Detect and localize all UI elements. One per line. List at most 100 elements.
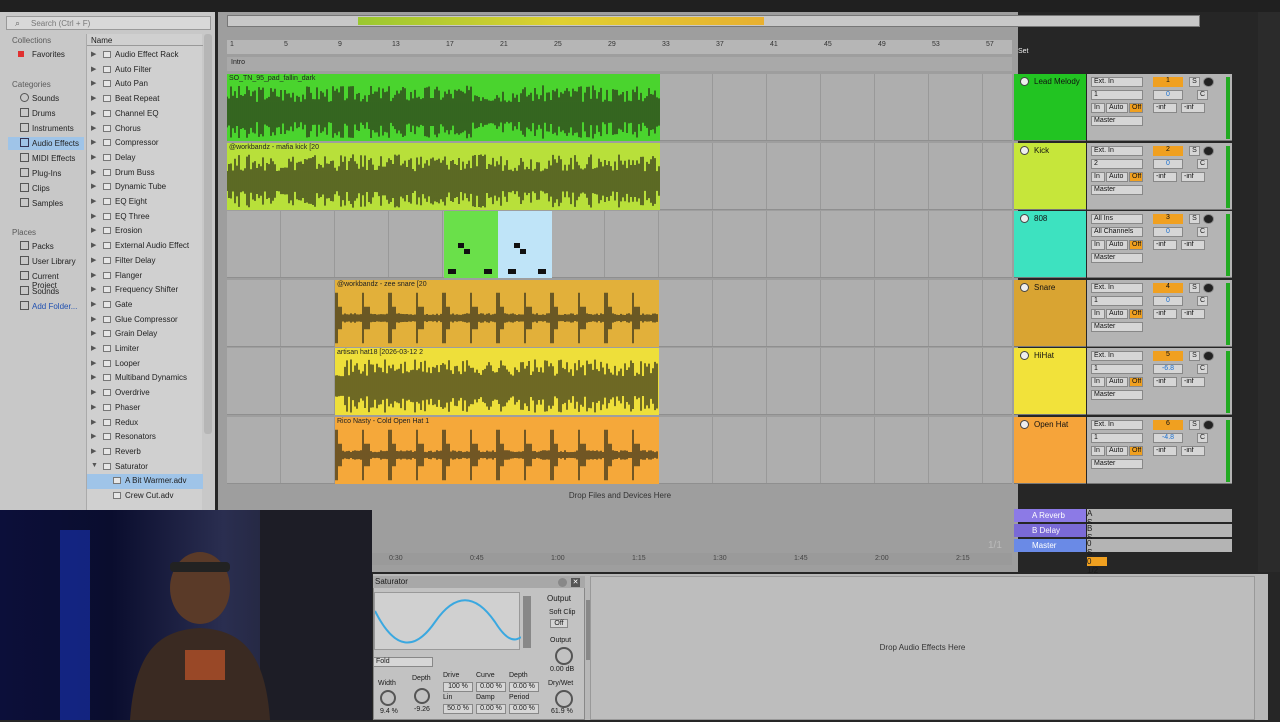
track-lane-kick[interactable]: @workbandz - mafia kick [20	[227, 143, 1012, 210]
send-a-value[interactable]: -inf	[1153, 377, 1177, 387]
arm-button[interactable]	[1203, 214, 1214, 224]
input-type-select[interactable]: Ext. In	[1091, 146, 1143, 156]
solo-button[interactable]: S	[1189, 420, 1200, 430]
collapsed-arrow-icon[interactable]: ▶	[91, 79, 96, 87]
track-volume[interactable]: 0	[1153, 227, 1183, 237]
audio-clip[interactable]: SO_TN_95_pad_fallin_dark	[227, 74, 660, 141]
collapsed-arrow-icon[interactable]: ▶	[91, 359, 96, 367]
locator-intro[interactable]: Intro	[231, 59, 245, 66]
list-item[interactable]: ▶ Glue Compressor	[87, 313, 203, 328]
monitor-in-button[interactable]: In	[1091, 446, 1105, 456]
return-activator[interactable]: B	[1087, 524, 1232, 533]
list-item[interactable]: ▶ Phaser	[87, 401, 203, 416]
track-volume[interactable]: 0	[1153, 159, 1183, 169]
input-type-select[interactable]: All Ins	[1091, 214, 1143, 224]
track-name[interactable]: Open Hat	[1034, 420, 1068, 429]
list-item[interactable]: ▶ Filter Delay	[87, 254, 203, 269]
monitor-in-button[interactable]: In	[1091, 240, 1105, 250]
sidebar-item-drums[interactable]: Drums	[8, 107, 84, 120]
collapsed-arrow-icon[interactable]: ▶	[91, 373, 96, 381]
device-title[interactable]: Saturator	[373, 576, 585, 588]
collapsed-arrow-icon[interactable]: ▶	[91, 65, 96, 73]
list-item[interactable]: A Bit Warmer.adv	[87, 474, 203, 489]
monitor-auto-button[interactable]: Auto	[1106, 240, 1128, 250]
input-channel-select[interactable]: 1	[1091, 433, 1143, 443]
collapsed-arrow-icon[interactable]: ▶	[91, 403, 96, 411]
collapsed-arrow-icon[interactable]: ▶	[91, 50, 96, 58]
sidebar-item-add-folder[interactable]: Add Folder...	[8, 300, 84, 313]
soft-clip-toggle[interactable]: Off	[550, 619, 568, 628]
monitor-auto-button[interactable]: Auto	[1106, 446, 1128, 456]
send-b-value[interactable]: -inf	[1181, 377, 1205, 387]
set-label[interactable]: Set	[1018, 48, 1029, 55]
track-lane-hihat[interactable]: artisan hat18 [2026-03-12 2	[227, 348, 1012, 415]
list-item[interactable]: ▶ Gate	[87, 298, 203, 313]
input-channel-select[interactable]: 1	[1091, 90, 1143, 100]
collapsed-arrow-icon[interactable]: ▶	[91, 388, 96, 396]
param-value[interactable]: 0.00 %	[509, 682, 539, 692]
input-channel-select[interactable]: 2	[1091, 159, 1143, 169]
track-activator-icon[interactable]	[1020, 77, 1029, 86]
track-header[interactable]: 808	[1014, 211, 1086, 278]
pan-knob[interactable]: C	[1197, 433, 1208, 443]
return-activator[interactable]: A	[1087, 509, 1232, 518]
collapsed-arrow-icon[interactable]: ▶	[91, 271, 96, 279]
send-a-value[interactable]: -inf	[1153, 446, 1177, 456]
output-select[interactable]: Master	[1091, 390, 1143, 400]
track-lane-808[interactable]	[227, 211, 1012, 278]
track-activator-number[interactable]: 2	[1153, 146, 1183, 156]
device-hotswap-icon[interactable]	[558, 578, 567, 587]
input-type-select[interactable]: Ext. In	[1091, 77, 1143, 87]
audio-clip[interactable]: @workbandz - zee snare [20	[335, 280, 659, 347]
sidebar-item-instruments[interactable]: Instruments	[8, 122, 84, 135]
sidebar-item-samples[interactable]: Samples	[8, 197, 84, 210]
pre-post-button[interactable]: 0	[1087, 557, 1107, 566]
collapsed-arrow-icon[interactable]: ▶	[91, 256, 96, 264]
arm-button[interactable]	[1203, 420, 1214, 430]
track-volume[interactable]: -4.8	[1153, 433, 1183, 443]
input-type-select[interactable]: Ext. In	[1091, 283, 1143, 293]
list-item[interactable]: ▶ Multiband Dynamics	[87, 371, 203, 386]
param-value[interactable]: 0.00 %	[509, 704, 539, 714]
list-item[interactable]: ▶ Limiter	[87, 342, 203, 357]
track-lane-open-hat[interactable]: Rico Nasty - Cold Open Hat 1	[227, 417, 1012, 484]
collapsed-arrow-icon[interactable]: ▶	[91, 432, 96, 440]
collapsed-arrow-icon[interactable]: ▶	[91, 138, 96, 146]
sidebar-item-current-project[interactable]: Current Project	[8, 270, 84, 290]
sidebar-item-favorites[interactable]: Favorites	[8, 48, 84, 61]
sidebar-item-sounds[interactable]: Sounds	[8, 92, 84, 105]
list-item[interactable]: ▶ Drum Buss	[87, 166, 203, 181]
monitor-auto-button[interactable]: Auto	[1106, 309, 1128, 319]
arm-button[interactable]	[1203, 146, 1214, 156]
collapsed-arrow-icon[interactable]: ▶	[91, 418, 96, 426]
list-item[interactable]: ▶ Compressor	[87, 136, 203, 151]
solo-button[interactable]: S	[1189, 146, 1200, 156]
collapsed-arrow-icon[interactable]: ▶	[91, 168, 96, 176]
solo-button[interactable]: S	[1189, 77, 1200, 87]
monitor-off-button[interactable]: Off	[1129, 377, 1143, 387]
arm-button[interactable]	[1203, 77, 1214, 87]
track-lane-snare[interactable]: @workbandz - zee snare [20	[227, 280, 1012, 347]
sidebar-item-audio-effects[interactable]: Audio Effects	[8, 137, 84, 150]
param-value[interactable]: 100 %	[443, 682, 473, 692]
input-type-select[interactable]: Ext. In	[1091, 351, 1143, 361]
list-item[interactable]: ▶ Beat Repeat	[87, 92, 203, 107]
send-b-value[interactable]: -inf	[1181, 103, 1205, 113]
collapsed-arrow-icon[interactable]: ▶	[91, 241, 96, 249]
solo-button[interactable]: S	[1087, 548, 1232, 557]
input-channel-select[interactable]: All Channels	[1091, 227, 1143, 237]
list-item[interactable]: ▶ Resonators	[87, 430, 203, 445]
sidebar-item-packs[interactable]: Packs	[8, 240, 84, 253]
list-item[interactable]: ▶ Chorus	[87, 122, 203, 137]
monitor-auto-button[interactable]: Auto	[1106, 377, 1128, 387]
list-item[interactable]: ▶ Grain Delay	[87, 327, 203, 342]
track-activator-icon[interactable]	[1020, 351, 1029, 360]
overview-bar[interactable]	[227, 15, 1200, 27]
track-name[interactable]: 808	[1034, 214, 1047, 223]
sidebar-item-plug-ins[interactable]: Plug-Ins	[8, 167, 84, 180]
sidebar-item-clips[interactable]: Clips	[8, 182, 84, 195]
sidebar-item-user-library[interactable]: User Library	[8, 255, 84, 268]
send-b-value[interactable]: -inf	[1181, 309, 1205, 319]
list-item[interactable]: ▶ EQ Eight	[87, 195, 203, 210]
list-item[interactable]: ▶ Redux	[87, 416, 203, 431]
